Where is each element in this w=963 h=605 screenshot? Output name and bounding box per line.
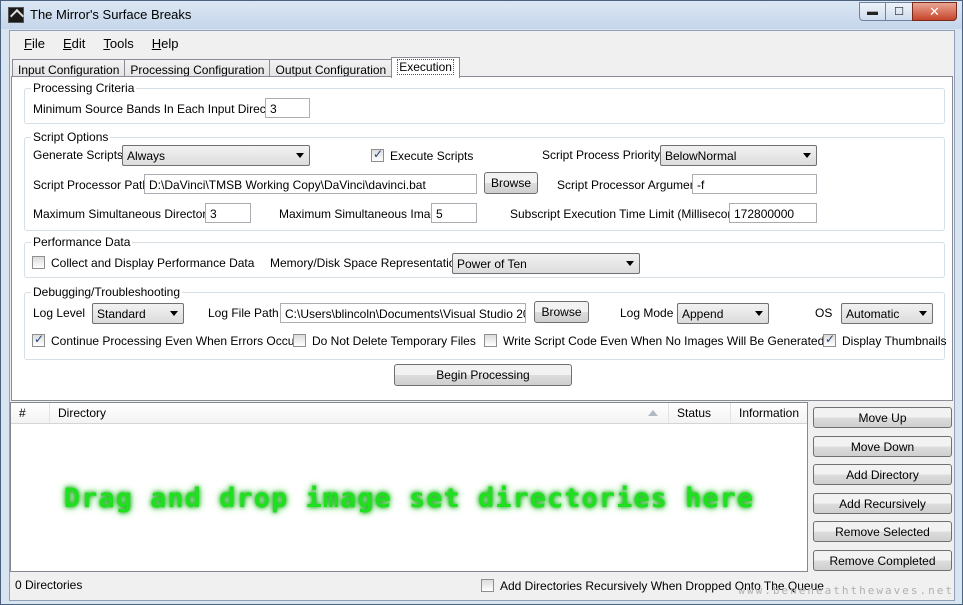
max-dirs-label: Maximum Simultaneous Directories xyxy=(33,207,222,221)
no-delete-temp-label: Do Not Delete Temporary Files xyxy=(312,334,476,348)
performance-data-title: Performance Data xyxy=(31,235,133,249)
log-mode-select[interactable]: Append xyxy=(677,303,769,324)
add-recursively-button[interactable]: Add Recursively xyxy=(813,493,952,514)
time-limit-input[interactable]: 172800000 xyxy=(729,203,817,223)
os-select[interactable]: Automatic xyxy=(841,303,933,324)
chevron-down-icon xyxy=(919,311,927,316)
script-options-title: Script Options xyxy=(31,130,111,144)
processor-browse-button[interactable]: Browse xyxy=(484,172,538,194)
drop-hint: Drag and drop image set directories here xyxy=(63,483,755,514)
processing-criteria-title: Processing Criteria xyxy=(31,81,137,95)
continue-on-errors-label: Continue Processing Even When Errors Occ… xyxy=(51,334,299,348)
min-bands-input[interactable]: 3 xyxy=(265,98,310,118)
column-header-number[interactable]: # xyxy=(11,403,50,423)
window-title: The Mirror's Surface Breaks xyxy=(30,7,192,22)
app-window: The Mirror's Surface Breaks ▬ ☐ ✕ File E… xyxy=(0,0,963,605)
window-controls: ▬ ☐ ✕ xyxy=(859,2,957,21)
processor-path-label: Script Processor Path xyxy=(33,178,150,192)
os-label: OS xyxy=(815,306,833,320)
processor-path-input[interactable]: D:\DaVinci\TMSB Working Copy\DaVinci\dav… xyxy=(144,174,477,194)
client-area: File Edit Tools Help Input Configuration… xyxy=(9,30,955,601)
minimize-button[interactable]: ▬ xyxy=(859,2,886,21)
directory-count: 0 Directories xyxy=(15,578,83,592)
maximize-button[interactable]: ☐ xyxy=(886,2,912,21)
watermark: www.beneneaththewaves.net xyxy=(738,584,954,597)
no-delete-temp-checkbox[interactable] xyxy=(293,334,306,347)
chevron-down-icon xyxy=(755,311,763,316)
column-header-information[interactable]: Information xyxy=(731,403,807,423)
script-priority-label: Script Process Priority xyxy=(542,148,661,162)
directory-queue-list[interactable]: # Directory Status Information Drag and … xyxy=(10,402,808,572)
collect-performance-checkbox[interactable] xyxy=(32,256,45,269)
menu-help[interactable]: Help xyxy=(143,31,188,55)
performance-data-group: Performance Data Collect and Display Per… xyxy=(24,235,945,278)
title-bar[interactable]: The Mirror's Surface Breaks ▬ ☐ ✕ xyxy=(1,1,962,29)
script-options-group: Script Options Generate Scripts Always E… xyxy=(24,130,945,231)
add-directory-button[interactable]: Add Directory xyxy=(813,464,952,485)
min-bands-label: Minimum Source Bands In Each Input Direc… xyxy=(33,102,286,116)
log-level-select[interactable]: Standard xyxy=(92,303,184,324)
display-thumbnails-checkbox[interactable] xyxy=(823,332,836,347)
begin-processing-button[interactable]: Begin Processing xyxy=(394,364,572,386)
representation-select[interactable]: Power of Ten xyxy=(452,253,640,274)
remove-completed-button[interactable]: Remove Completed xyxy=(813,550,952,571)
max-images-input[interactable]: 5 xyxy=(431,203,477,223)
execute-scripts-label: Execute Scripts xyxy=(390,149,474,163)
remove-selected-button[interactable]: Remove Selected xyxy=(813,521,952,542)
debugging-group: Debugging/Troubleshooting Log Level Stan… xyxy=(24,285,947,360)
tab-execution[interactable]: Execution xyxy=(391,57,460,78)
log-path-input[interactable]: C:\Users\blincoln\Documents\Visual Studi… xyxy=(280,303,526,323)
chevron-down-icon xyxy=(170,311,178,316)
collect-performance-label: Collect and Display Performance Data xyxy=(51,256,255,270)
menu-bar: File Edit Tools Help xyxy=(10,31,954,55)
script-priority-select[interactable]: BelowNormal xyxy=(660,145,817,166)
generate-scripts-select[interactable]: Always xyxy=(122,145,310,166)
execution-tab-page: Processing Criteria Minimum Source Bands… xyxy=(11,76,953,401)
log-browse-button[interactable]: Browse xyxy=(534,301,589,323)
write-script-code-label: Write Script Code Even When No Images Wi… xyxy=(503,334,825,348)
move-up-button[interactable]: Move Up xyxy=(813,407,952,428)
move-down-button[interactable]: Move Down xyxy=(813,436,952,457)
menu-tools[interactable]: Tools xyxy=(94,31,142,55)
display-thumbnails-label: Display Thumbnails xyxy=(842,334,947,348)
log-level-label: Log Level xyxy=(33,306,86,320)
chevron-down-icon xyxy=(803,153,811,158)
log-path-label: Log File Path xyxy=(208,306,279,320)
tab-strip: Input Configuration Processing Configura… xyxy=(12,57,460,78)
write-script-code-checkbox[interactable] xyxy=(484,334,497,347)
close-button[interactable]: ✕ xyxy=(912,2,957,21)
continue-on-errors-checkbox[interactable] xyxy=(32,332,45,347)
chevron-down-icon xyxy=(626,261,634,266)
processor-args-input[interactable]: -f xyxy=(692,174,817,194)
sort-ascending-icon xyxy=(648,410,658,416)
column-header-status[interactable]: Status xyxy=(669,403,731,423)
max-images-label: Maximum Simultaneous Images xyxy=(279,207,450,221)
representation-label: Memory/Disk Space Representation xyxy=(270,256,463,270)
menu-edit[interactable]: Edit xyxy=(54,31,94,55)
execute-scripts-checkbox[interactable] xyxy=(371,147,384,162)
column-header-directory[interactable]: Directory xyxy=(50,403,669,423)
app-icon[interactable] xyxy=(8,7,24,23)
list-header: # Directory Status Information xyxy=(11,403,807,424)
generate-scripts-label: Generate Scripts xyxy=(33,148,124,162)
add-recursive-on-drop-checkbox[interactable] xyxy=(481,579,494,592)
debugging-title: Debugging/Troubleshooting xyxy=(31,285,182,299)
max-dirs-input[interactable]: 3 xyxy=(205,203,251,223)
log-mode-label: Log Mode xyxy=(620,306,674,320)
processing-criteria-group: Processing Criteria Minimum Source Bands… xyxy=(24,81,945,124)
time-limit-label: Subscript Execution Time Limit (Millisec… xyxy=(510,207,751,221)
chevron-down-icon xyxy=(296,153,304,158)
processor-args-label: Script Processor Arguments xyxy=(557,178,706,192)
menu-file[interactable]: File xyxy=(15,31,54,55)
